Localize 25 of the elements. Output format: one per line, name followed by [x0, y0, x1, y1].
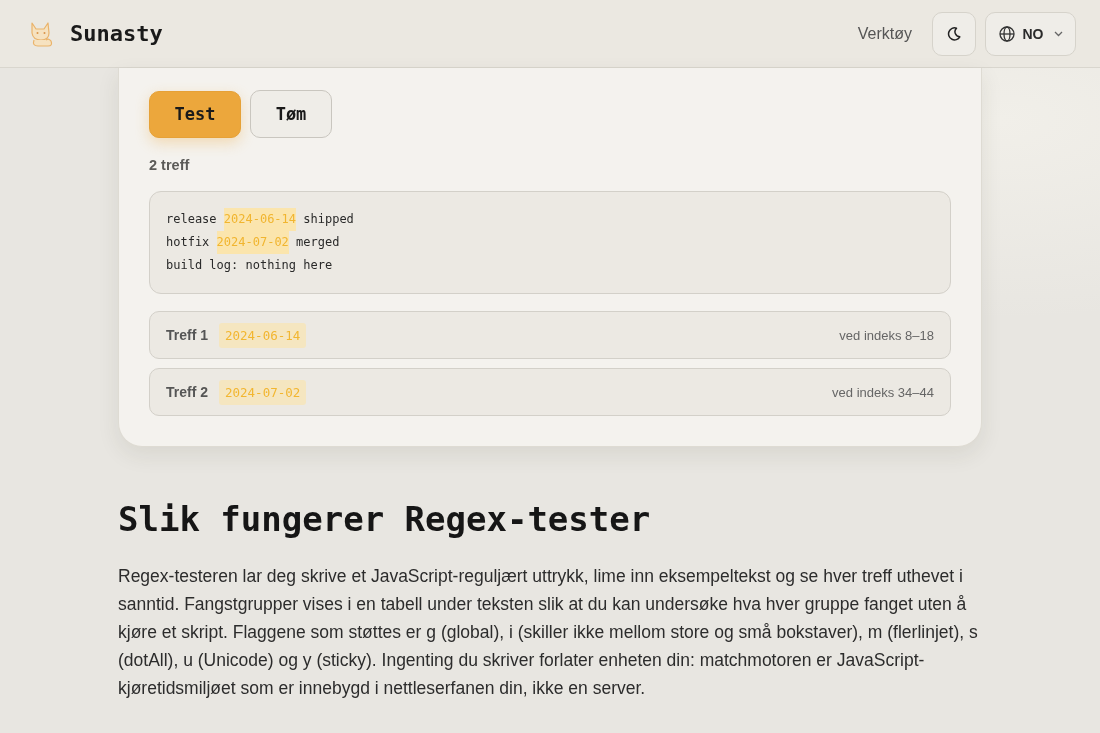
body-paragraph: Regex-testeren lar deg skrive et JavaScript-reguljært uttrykk, lime inn eksempeltekst og se hver treff uthevet i sanntid. Fangstgrupper vises i en tabell under teksten slik at du kan undersøke hva hver gruppe fanget uten å kjøre et skript. Flaggene som støttes er g (global), i (skiller ikke mellom store og små bokstaver), m (flerlinjet), s (dotAll), u (Unicode) og y (sticky). Ingenting du skriver forlater enheten din: matchmotoren er JavaScript-kjøretidsmiljøet som er innebygd i nettleserfanen din, ikke en server. [118, 565, 979, 700]
sample-text: release [166, 211, 218, 228]
sample-text: merged [295, 234, 340, 251]
match-value: 2024-06-14 [219, 322, 307, 348]
match-label: Treff 1 [166, 327, 208, 343]
match-highlight: 2024-07-02 [216, 231, 289, 254]
test-button[interactable]: Test [149, 90, 241, 138]
moon-icon [947, 26, 961, 41]
sample-text: shipped [302, 211, 354, 228]
sample-text: hotfix [166, 234, 211, 251]
match-count: 2 treff [149, 157, 191, 173]
logo-text[interactable]: Sunasty [70, 21, 163, 46]
match-position: ved indeks 34–44 [832, 384, 934, 400]
match-value: 2024-07-02 [219, 379, 307, 405]
globe-icon [998, 25, 1015, 42]
language-button[interactable]: NO [985, 11, 1076, 56]
clear-button[interactable]: Tøm [250, 90, 332, 138]
theme-toggle-button[interactable] [932, 11, 976, 56]
match-position: ved indeks 8–18 [839, 327, 934, 343]
sample-text: build log: nothing here [166, 257, 333, 274]
match-label: Treff 2 [166, 384, 208, 400]
nav-link[interactable]: Verktøy [857, 24, 912, 43]
section-heading: Slik fungerer Regex-tester [118, 498, 652, 541]
chevron-down-icon [1053, 29, 1063, 38]
match-highlight: 2024-06-14 [223, 208, 297, 231]
